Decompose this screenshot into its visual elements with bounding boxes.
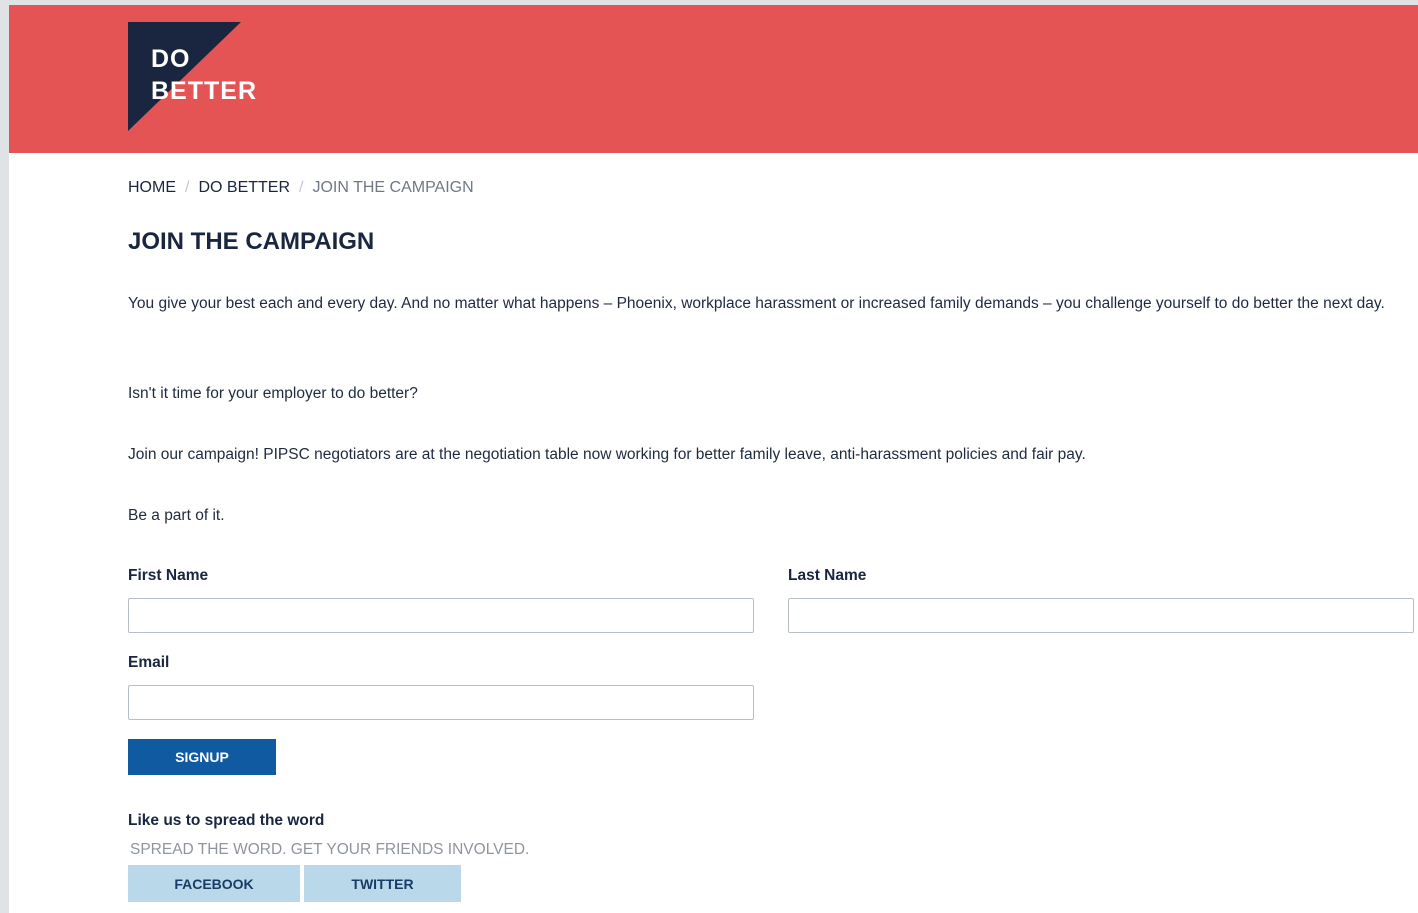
last-name-input[interactable] — [788, 598, 1414, 633]
breadcrumb-separator: / — [299, 179, 304, 196]
share-subheading: SPREAD THE WORD. GET YOUR FRIENDS INVOLV… — [130, 841, 530, 858]
call-to-action-paragraph: Be a part of it. — [128, 507, 225, 524]
breadcrumb: HOME / DO BETTER / JOIN THE CAMPAIGN — [128, 179, 474, 197]
first-name-input[interactable] — [128, 598, 754, 633]
facebook-share-button[interactable]: FACEBOOK — [128, 865, 300, 902]
first-name-label: First Name — [128, 567, 209, 584]
logo-text-better: BETTER — [151, 77, 257, 105]
page: DO BETTER HOME / DO BETTER / JOIN THE CAMPAI… — [9, 5, 1418, 913]
do-better-logo[interactable]: DO BETTER — [128, 22, 278, 132]
share-heading: Like us to spread the word — [128, 812, 325, 829]
last-name-label: Last Name — [788, 567, 867, 584]
campaign-paragraph: Join our campaign! PIPSC negotiators are… — [128, 446, 1086, 463]
breadcrumb-do-better[interactable]: DO BETTER — [198, 179, 290, 196]
logo-text-do: DO — [151, 45, 191, 73]
email-input[interactable] — [128, 685, 754, 720]
breadcrumb-home[interactable]: HOME — [128, 179, 176, 196]
signup-button[interactable]: SIGNUP — [128, 739, 276, 775]
intro-paragraph: You give your best each and every day. A… — [128, 295, 1385, 312]
email-label: Email — [128, 654, 170, 671]
question-paragraph: Isn't it time for your employer to do be… — [128, 385, 418, 402]
breadcrumb-current: JOIN THE CAMPAIGN — [312, 179, 474, 196]
page-title: JOIN THE CAMPAIGN — [128, 228, 375, 255]
twitter-share-button[interactable]: TWITTER — [304, 865, 461, 902]
breadcrumb-separator: / — [185, 179, 190, 196]
site-header: DO BETTER — [9, 5, 1418, 153]
